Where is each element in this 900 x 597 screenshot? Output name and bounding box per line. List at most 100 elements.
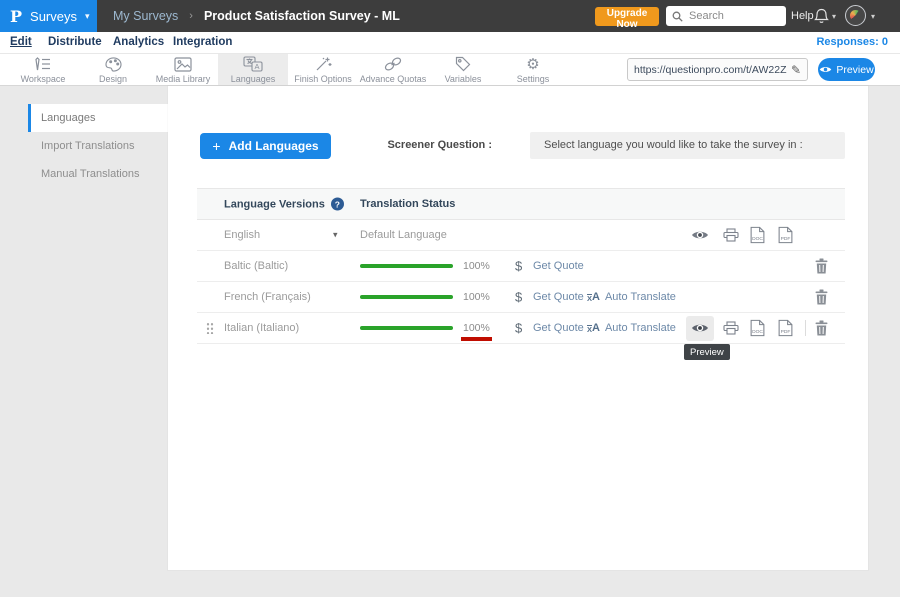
print-icon[interactable]: [723, 321, 739, 335]
toolbar-tab-finish-options[interactable]: Finish Options: [288, 54, 358, 85]
edit-toolbar: Workspace Design Media Library A Languag…: [0, 54, 900, 86]
toolbar-tab-workspace[interactable]: Workspace: [8, 54, 78, 85]
topbar: P Surveys ▾ My Surveys › Product Satisfa…: [0, 0, 900, 32]
get-quote-link[interactable]: Get Quote: [533, 291, 584, 303]
chevron-down-icon[interactable]: ▾: [871, 12, 875, 21]
translate-icon: A: [243, 56, 263, 73]
plus-icon: +: [212, 138, 220, 154]
preview-eye-icon[interactable]: [691, 229, 709, 241]
delete-trash-icon[interactable]: [815, 290, 828, 305]
notifications-bell-icon[interactable]: [814, 8, 829, 29]
screener-question-label: Screener Question :: [368, 139, 492, 151]
toolbar-tab-label: Workspace: [21, 74, 66, 84]
surveys-menu-label: Surveys: [30, 9, 77, 24]
translation-progress-bar: [360, 264, 453, 268]
questionpro-logo-icon: P: [10, 7, 22, 26]
preview-button[interactable]: Preview: [818, 58, 875, 81]
table-row-baltic: Baltic (Baltic) 100% $ Get Quote: [197, 251, 845, 282]
search-input[interactable]: [687, 9, 780, 23]
language-name: Baltic (Baltic): [224, 260, 288, 272]
language-name: French (Français): [224, 291, 311, 303]
svg-text:PDF: PDF: [781, 236, 791, 242]
progress-percent: 100%: [463, 291, 490, 303]
svg-text:DOC: DOC: [752, 329, 763, 335]
breadcrumb-my-surveys[interactable]: My Surveys: [113, 9, 178, 23]
table-row-french: French (Français) 100% $ Get Quote XA Au…: [197, 282, 845, 313]
tab-integration[interactable]: Integration: [173, 32, 232, 53]
language-name: Italian (Italiano): [224, 322, 299, 334]
dollar-icon[interactable]: $: [515, 290, 522, 305]
auto-translate-link[interactable]: XA Auto Translate: [587, 322, 676, 334]
tab-analytics[interactable]: Analytics: [113, 32, 164, 53]
breadcrumb: My Surveys › Product Satisfaction Survey…: [113, 0, 400, 32]
add-languages-label: Add Languages: [229, 139, 319, 153]
workspace-icon: [34, 56, 52, 73]
toolbar-tab-languages[interactable]: A Languages: [218, 54, 288, 85]
table-row-italian: Italian (Italiano) 100% $ Get Quote XA A…: [197, 313, 845, 344]
toolbar-tab-label: Finish Options: [294, 74, 352, 84]
chevron-down-icon[interactable]: ▾: [832, 12, 836, 21]
sidebar-item-manual-translations[interactable]: Manual Translations: [28, 160, 168, 188]
language-name[interactable]: English: [224, 229, 260, 241]
survey-title: Product Satisfaction Survey - ML: [204, 9, 400, 23]
translation-progress-bar: [360, 326, 453, 330]
toolbar-tab-label: Variables: [445, 74, 482, 84]
tab-distribute[interactable]: Distribute: [48, 32, 102, 53]
responses-count[interactable]: Responses: 0: [816, 32, 888, 53]
download-pdf-icon[interactable]: PDF: [778, 227, 793, 244]
translation-progress-bar: [360, 295, 453, 299]
download-pdf-icon[interactable]: PDF: [778, 320, 793, 337]
survey-nav: Edit Distribute Analytics Integration Re…: [0, 32, 900, 54]
auto-translate-icon: XA: [587, 292, 600, 303]
edit-url-pencil-icon[interactable]: ✎: [791, 63, 801, 77]
help-question-icon[interactable]: ?: [331, 198, 344, 211]
table-row-english: English ▾ Default Language DOC PDF: [197, 220, 845, 251]
dollar-icon[interactable]: $: [515, 321, 522, 336]
toolbar-tab-media-library[interactable]: Media Library: [148, 54, 218, 85]
progress-percent: 100%: [463, 260, 490, 272]
dollar-icon[interactable]: $: [515, 259, 522, 274]
languages-panel: + Add Languages Screener Question : Sele…: [168, 86, 868, 570]
get-quote-link[interactable]: Get Quote: [533, 322, 584, 334]
divider: [805, 320, 806, 336]
help-link[interactable]: Help: [791, 0, 814, 32]
gear-icon: ⚙: [526, 56, 539, 73]
auto-translate-label: Auto Translate: [605, 322, 676, 334]
drag-handle[interactable]: [206, 322, 214, 334]
questionpro-languages-page: P Surveys ▾ My Surveys › Product Satisfa…: [0, 0, 900, 597]
upgrade-now-button[interactable]: Upgrade Now: [595, 7, 659, 26]
get-quote-link[interactable]: Get Quote: [533, 260, 584, 272]
survey-url-value: https://questionpro.com/t/AW22Zd1S1: [634, 64, 787, 76]
image-icon: [174, 56, 192, 73]
toolbar-tab-variables[interactable]: Variables: [428, 54, 498, 85]
preview-eye-icon[interactable]: [691, 322, 709, 334]
sidebar-item-languages[interactable]: Languages: [28, 104, 168, 132]
auto-translate-link[interactable]: XA Auto Translate: [587, 291, 676, 303]
svg-text:A: A: [254, 62, 259, 71]
svg-text:DOC: DOC: [752, 236, 763, 242]
toolbar-tab-design[interactable]: Design: [78, 54, 148, 85]
global-search-box[interactable]: [666, 6, 786, 26]
add-languages-button[interactable]: + Add Languages: [200, 133, 331, 159]
column-language-versions: Language Versions: [224, 198, 325, 210]
account-avatar[interactable]: [845, 5, 866, 26]
magic-wand-icon: [315, 56, 332, 73]
survey-url-field[interactable]: https://questionpro.com/t/AW22Zd1S1 ✎: [627, 58, 808, 81]
delete-trash-icon[interactable]: [815, 259, 828, 274]
breadcrumb-separator-icon: ›: [189, 10, 193, 22]
download-doc-icon[interactable]: DOC: [750, 227, 765, 244]
toolbar-tab-label: Media Library: [156, 74, 211, 84]
toolbar-tab-advance-quotas[interactable]: Advance Quotas: [358, 54, 428, 85]
progress-percent: 100%: [463, 322, 490, 334]
toolbar-tabs: Workspace Design Media Library A Languag…: [8, 54, 568, 85]
print-icon[interactable]: [723, 228, 739, 242]
toolbar-tab-label: Design: [99, 74, 127, 84]
tab-edit[interactable]: Edit: [10, 32, 32, 53]
surveys-product-menu[interactable]: P Surveys ▾: [0, 0, 97, 32]
caret-down-icon[interactable]: ▾: [333, 230, 338, 241]
screener-question-select[interactable]: Select language you would like to take t…: [530, 132, 845, 159]
toolbar-tab-settings[interactable]: ⚙ Settings: [498, 54, 568, 85]
delete-trash-icon[interactable]: [815, 321, 828, 336]
download-doc-icon[interactable]: DOC: [750, 320, 765, 337]
sidebar-item-import-translations[interactable]: Import Translations: [28, 132, 168, 160]
